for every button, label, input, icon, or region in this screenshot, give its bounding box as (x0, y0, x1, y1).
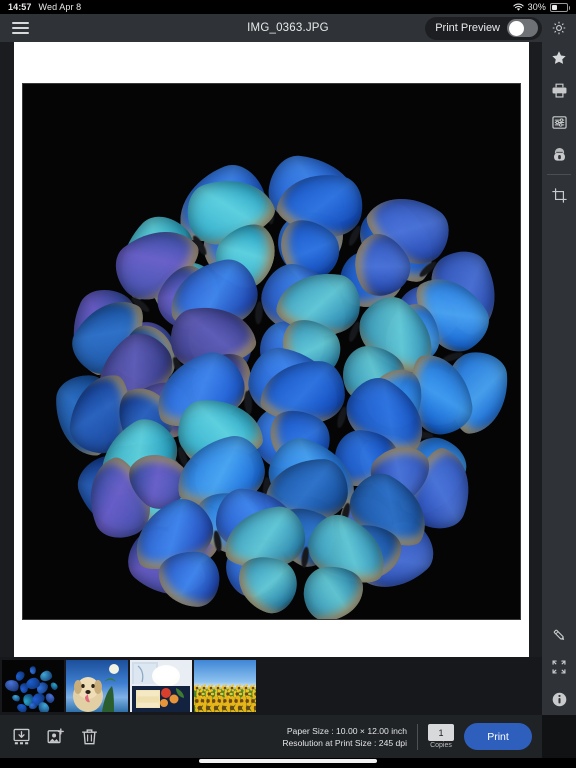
butterfly-cluster (52, 122, 513, 619)
gear-icon[interactable] (548, 17, 570, 39)
print-button[interactable]: Print (464, 723, 532, 750)
copies-value[interactable]: 1 (428, 724, 454, 741)
print-preview-label: Print Preview (435, 22, 500, 34)
paper-sheet (14, 42, 529, 660)
rail-divider (547, 174, 571, 175)
right-tool-rail (542, 42, 576, 715)
preview-workspace (0, 42, 542, 660)
expand-arrows-icon[interactable] (542, 651, 576, 683)
thumbnail-sunflowers[interactable] (194, 660, 256, 712)
sliders-panel-icon[interactable] (542, 106, 576, 138)
thumbnail-butterflies[interactable] (2, 660, 64, 712)
top-toolbar: IMG_0363.JPG Print Preview (0, 14, 576, 42)
home-indicator-area (0, 758, 576, 768)
status-bar-left: 14:57 Wed Apr 8 (8, 0, 81, 14)
pencil-icon[interactable] (542, 619, 576, 651)
trash-icon[interactable] (78, 726, 100, 748)
printer-icon[interactable] (542, 74, 576, 106)
print-preview-toggle[interactable]: Print Preview (425, 16, 542, 40)
paper-size-text: Paper Size : 10.00 × 12.00 inch (286, 725, 407, 736)
status-time: 14:57 (8, 2, 32, 12)
copies-stepper[interactable]: 1 Copies (428, 724, 454, 749)
thumbnail-filmstrip[interactable] (0, 657, 542, 715)
wifi-icon (513, 3, 524, 12)
copies-label: Copies (430, 742, 452, 749)
app-root: 14:57 Wed Apr 8 30% IMG_0363.JPG Print P… (0, 0, 576, 768)
save-image-icon[interactable] (10, 726, 32, 748)
battery-percent: 30% (527, 2, 546, 12)
resolution-text: Resolution at Print Size : 245 dpi (282, 737, 407, 748)
bottom-bar-left (10, 726, 100, 748)
bottom-action-bar: Paper Size : 10.00 × 12.00 inch Resoluti… (0, 715, 542, 758)
toolbar-right-group: Print Preview (425, 16, 576, 40)
print-preview-photo[interactable] (22, 83, 521, 620)
thumbnail-bento[interactable] (130, 660, 192, 712)
info-circle-icon[interactable] (542, 683, 576, 715)
bottom-bar-right: Paper Size : 10.00 × 12.00 inch Resoluti… (282, 723, 532, 750)
thumbnail-dog[interactable] (66, 660, 128, 712)
print-preview-switch[interactable] (507, 19, 538, 37)
add-image-icon[interactable] (44, 726, 66, 748)
star-icon[interactable] (542, 42, 576, 74)
bottom-bar-divider (417, 723, 418, 750)
status-date: Wed Apr 8 (38, 2, 82, 12)
print-info: Paper Size : 10.00 × 12.00 inch Resoluti… (282, 725, 407, 749)
battery-icon (550, 2, 570, 12)
ios-status-bar: 14:57 Wed Apr 8 30% (0, 0, 576, 14)
status-bar-right: 30% (513, 0, 570, 14)
hamburger-menu-icon[interactable] (0, 14, 40, 42)
home-indicator (199, 759, 377, 763)
paint-roller-icon[interactable] (542, 138, 576, 170)
crop-icon[interactable] (542, 179, 576, 211)
